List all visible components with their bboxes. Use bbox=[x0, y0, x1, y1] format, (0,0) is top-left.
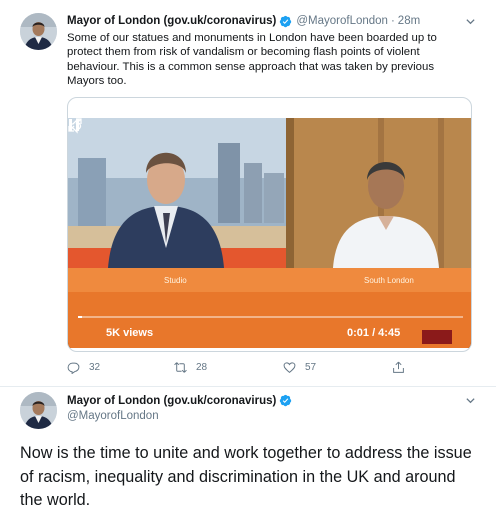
avatar[interactable] bbox=[20, 13, 57, 50]
tweet-1[interactable]: Mayor of London (gov.uk/coronavirus) @Ma… bbox=[0, 0, 496, 387]
handle[interactable]: @MayorofLondon bbox=[296, 15, 388, 27]
verified-badge-icon bbox=[280, 394, 292, 407]
tweet-2-name-row: Mayor of London (gov.uk/coronavirus) bbox=[67, 394, 296, 407]
handle[interactable]: @MayorofLondon bbox=[67, 410, 159, 422]
tweet-text: Some of our statues and monuments in Lon… bbox=[67, 32, 437, 88]
avatar-photo bbox=[20, 13, 57, 50]
timestamp[interactable]: 28m bbox=[398, 15, 420, 27]
video-caption-right: South London bbox=[364, 276, 414, 285]
reply-action[interactable]: 32 bbox=[67, 361, 100, 374]
chevron-down-icon[interactable] bbox=[465, 395, 476, 406]
reply-icon bbox=[67, 362, 80, 374]
display-name[interactable]: Mayor of London (gov.uk/coronavirus) bbox=[67, 395, 276, 407]
expand-icon[interactable] bbox=[68, 118, 82, 132]
avatar-photo bbox=[20, 392, 57, 429]
separator-dot: · bbox=[390, 15, 395, 27]
video-frame bbox=[68, 118, 471, 348]
chevron-down-icon[interactable] bbox=[465, 16, 476, 27]
video-time: 0:01 / 4:45 bbox=[347, 327, 401, 339]
tweet-text: Now is the time to unite and work togeth… bbox=[20, 444, 472, 509]
like-action[interactable]: 57 bbox=[283, 361, 316, 374]
reply-count: 32 bbox=[89, 362, 101, 373]
tweet-header: Mayor of London (gov.uk/coronavirus) @Ma… bbox=[67, 13, 466, 29]
retweet-action[interactable]: 28 bbox=[174, 361, 207, 374]
retweet-icon bbox=[174, 362, 187, 373]
share-icon bbox=[393, 361, 404, 373]
avatar[interactable] bbox=[20, 392, 57, 429]
video-card[interactable]: Studio South London 5K views 0:01 / 4:45 bbox=[67, 97, 472, 352]
retweet-count: 28 bbox=[196, 362, 208, 373]
like-icon bbox=[283, 362, 296, 374]
tweet-actions: 32 28 57 bbox=[67, 361, 427, 375]
share-action[interactable] bbox=[392, 361, 414, 374]
verified-badge-icon bbox=[280, 15, 292, 27]
display-name[interactable]: Mayor of London (gov.uk/coronavirus) bbox=[67, 15, 276, 27]
video-caption-left: Studio bbox=[164, 276, 187, 285]
video-player[interactable]: Studio South London 5K views 0:01 / 4:45 bbox=[68, 118, 471, 348]
view-count: 5K views bbox=[106, 327, 154, 339]
like-count: 57 bbox=[305, 362, 317, 373]
